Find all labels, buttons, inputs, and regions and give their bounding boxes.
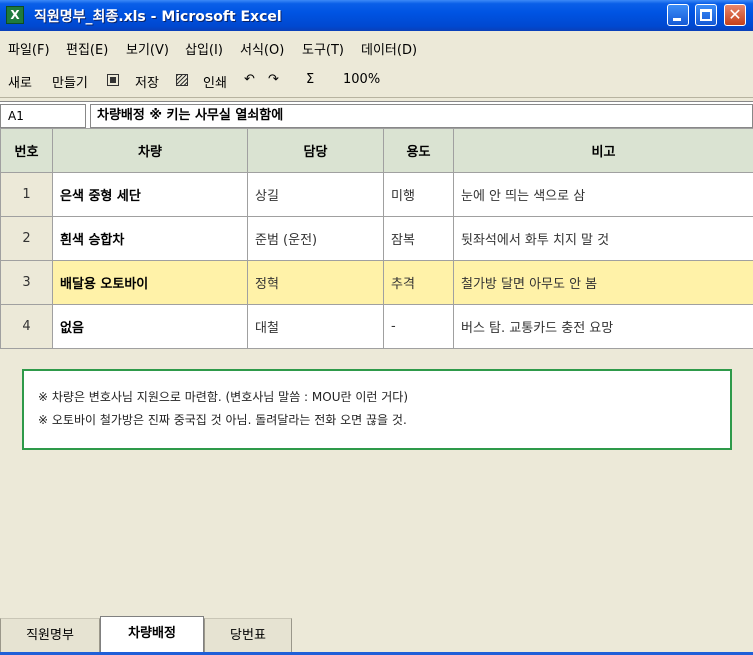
maximize-button[interactable] (695, 4, 717, 26)
minimize-icon (673, 18, 681, 21)
print-button[interactable]: 인쇄 (203, 72, 227, 91)
close-button[interactable]: ✕ (724, 4, 746, 26)
name-box[interactable]: A1 (0, 104, 86, 128)
owner-cell[interactable]: 대철 (247, 304, 384, 349)
menu-insert[interactable]: 삽입(I) (185, 39, 223, 58)
toolbar: 새로 만들기 저장 인쇄 ↶ ↷ Σ 100% (0, 63, 753, 98)
note-line: ※ 차량은 변호사님 지원으로 마련함. (변호사님 말씀 : MOU란 이런 … (38, 390, 409, 404)
save-button[interactable]: 저장 (135, 72, 159, 91)
excel-app-icon: X (6, 6, 24, 24)
note-line: ※ 오토바이 철가방은 진짜 중국집 것 아님. 돌려달라는 전화 오면 끊을 … (38, 413, 407, 427)
note-cell[interactable]: 철가방 달면 아무도 안 봄 (453, 260, 753, 305)
maximize-icon (700, 9, 712, 21)
header-number[interactable]: 번호 (0, 128, 53, 173)
undo-button[interactable]: ↶ (244, 72, 255, 87)
note-cell[interactable]: 뒷좌석에서 화투 치지 말 것 (453, 216, 753, 261)
note-cell[interactable]: 버스 탐. 교통카드 충전 요망 (453, 304, 753, 349)
notes-box: ※ 차량은 변호사님 지원으로 마련함. (변호사님 말씀 : MOU란 이런 … (22, 369, 732, 450)
owner-cell[interactable]: 상길 (247, 172, 384, 217)
tab-vehicle-assignment[interactable]: 차량배정 (100, 616, 204, 653)
tab-duty-roster[interactable]: 당번표 (204, 618, 292, 653)
vehicle-cell[interactable]: 은색 중형 세단 (52, 172, 248, 217)
vehicle-cell[interactable]: 배달용 오토바이 (52, 260, 248, 305)
new-button[interactable]: 새로 (8, 72, 32, 91)
table-row: 4 없음 대철 - 버스 탐. 교통카드 충전 요망 (0, 304, 753, 349)
use-cell[interactable]: - (383, 304, 454, 349)
print-icon[interactable] (176, 74, 188, 86)
header-use[interactable]: 용도 (383, 128, 454, 173)
minimize-button[interactable] (667, 4, 689, 26)
table-row: 1 은색 중형 세단 상길 미행 눈에 안 띄는 색으로 삼 (0, 172, 753, 217)
table-row: 2 흰색 승합차 준범 (운전) 잠복 뒷좌석에서 화투 치지 말 것 (0, 216, 753, 261)
zoom-level[interactable]: 100% (343, 72, 380, 87)
row-number-cell[interactable]: 1 (0, 172, 53, 217)
menu-data[interactable]: 데이터(D) (361, 39, 417, 58)
autosum-button[interactable]: Σ (306, 72, 314, 87)
header-note[interactable]: 비고 (453, 128, 753, 173)
header-vehicle[interactable]: 차량 (52, 128, 248, 173)
window-title: 직원명부_최종.xls - Microsoft Excel (34, 9, 282, 25)
use-cell[interactable]: 미행 (383, 172, 454, 217)
use-cell[interactable]: 잠복 (383, 216, 454, 261)
note-cell[interactable]: 눈에 안 띄는 색으로 삼 (453, 172, 753, 217)
row-number-cell[interactable]: 4 (0, 304, 53, 349)
table-row-highlighted: 3 배달용 오토바이 정혁 추격 철가방 달면 아무도 안 봄 (0, 260, 753, 305)
close-icon: ✕ (728, 5, 742, 24)
row-number-cell[interactable]: 2 (0, 216, 53, 261)
row-number-cell[interactable]: 3 (0, 260, 53, 305)
vehicle-cell[interactable]: 없음 (52, 304, 248, 349)
spreadsheet-grid: 번호 차량 담당 용도 비고 1 은색 중형 세단 상길 미행 눈에 안 띄는 … (0, 128, 753, 349)
menu-bar: 파일(F) 편집(E) 보기(V) 삽입(I) 서식(O) 도구(T) 데이터(… (0, 33, 753, 61)
menu-edit[interactable]: 편집(E) (66, 39, 108, 58)
tab-employee-list[interactable]: 직원명부 (0, 618, 100, 653)
menu-format[interactable]: 서식(O) (240, 39, 284, 58)
sheet-tabs: 직원명부 차량배정 당번표 (0, 616, 753, 655)
menu-file[interactable]: 파일(F) (8, 39, 50, 58)
redo-button[interactable]: ↷ (268, 72, 279, 87)
use-cell[interactable]: 추격 (383, 260, 454, 305)
header-row: 번호 차량 담당 용도 비고 (0, 128, 753, 173)
vehicle-cell[interactable]: 흰색 승합차 (52, 216, 248, 261)
menu-view[interactable]: 보기(V) (126, 39, 169, 58)
owner-cell[interactable]: 정혁 (247, 260, 384, 305)
header-owner[interactable]: 담당 (247, 128, 384, 173)
menu-tools[interactable]: 도구(T) (302, 39, 344, 58)
formula-input[interactable]: 차량배정 ※ 키는 사무실 열쇠함에 (90, 104, 753, 128)
formula-bar: A1 차량배정 ※ 키는 사무실 열쇠함에 (0, 101, 753, 128)
title-bar: X 직원명부_최종.xls - Microsoft Excel ✕ (0, 0, 753, 31)
make-button[interactable]: 만들기 (52, 72, 88, 91)
owner-cell[interactable]: 준범 (운전) (247, 216, 384, 261)
save-icon[interactable] (107, 74, 119, 86)
